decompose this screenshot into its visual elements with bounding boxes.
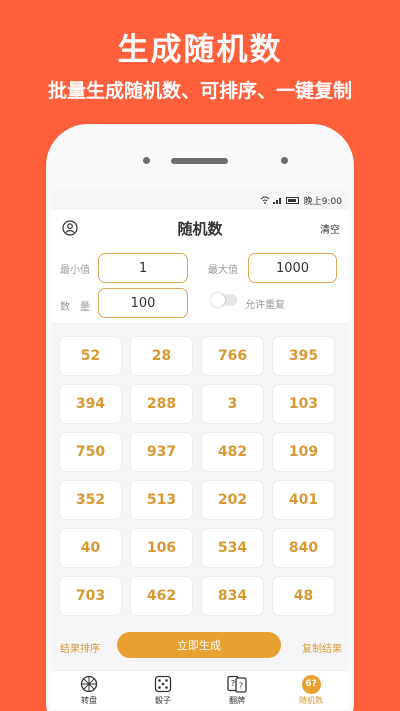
result-cell: 3: [201, 384, 264, 424]
tab-label: 骰子: [155, 696, 171, 705]
allow-repeat-label: 允许重复: [245, 300, 285, 311]
result-cell: 834: [201, 576, 264, 616]
status-bar: 晚上9:00: [52, 190, 348, 210]
result-cell: 766: [201, 336, 264, 376]
result-cell: 52: [59, 336, 122, 376]
app-bar: 随机数 清空: [52, 210, 348, 246]
min-value-input[interactable]: 1: [98, 253, 188, 283]
tab-random-number[interactable]: 6? 随机数: [274, 671, 348, 710]
result-cell: 48: [272, 576, 335, 616]
result-cell: 534: [201, 528, 264, 568]
promo-subtitle: 批量生成随机数、可排序、一键复制: [47, 80, 352, 102]
result-cell: 394: [59, 384, 122, 424]
clear-button[interactable]: 清空: [320, 221, 340, 236]
tab-label: 翻牌: [229, 696, 245, 705]
promo-title: 生成随机数: [117, 32, 283, 68]
result-cell: 401: [272, 480, 335, 520]
dice-icon: [153, 674, 173, 694]
app-screen: 晚上9:00 随机数 清空 最小值 1 最大值 1000 数 量 100 允许重…: [52, 190, 348, 711]
result-cell: 395: [272, 336, 335, 376]
result-cell: 352: [59, 480, 122, 520]
tab-label: 随机数: [299, 696, 323, 705]
max-value-input[interactable]: 1000: [248, 253, 337, 283]
page-title: 随机数: [177, 219, 223, 238]
bottom-tab-bar: 转盘 骰子 ?? 翻牌 6? 随机数: [52, 670, 348, 710]
status-icons: [260, 196, 299, 204]
range-controls: 最小值 1 最大值 1000 数 量 100 允许重复: [52, 246, 348, 324]
svg-text:?: ?: [231, 679, 235, 688]
result-cell: 703: [59, 576, 122, 616]
result-cell: 202: [201, 480, 264, 520]
result-cell: 513: [130, 480, 193, 520]
svg-text:?: ?: [239, 682, 243, 691]
camera-dot: [143, 157, 150, 164]
cards-icon: ??: [227, 674, 247, 694]
result-cell: 840: [272, 528, 335, 568]
tab-dice[interactable]: 骰子: [126, 671, 200, 710]
tab-cards[interactable]: ?? 翻牌: [200, 671, 274, 710]
result-cell: 109: [272, 432, 335, 472]
count-label: 数 量: [60, 302, 90, 313]
sort-results-button[interactable]: 结果排序: [60, 640, 100, 655]
allow-repeat-toggle[interactable]: [211, 293, 237, 307]
wheel-icon: [79, 674, 99, 694]
max-label: 最大值: [208, 265, 238, 276]
count-input[interactable]: 100: [98, 288, 188, 318]
result-grid: 52 28 766 395 394 288 3 103 750 937 482 109 352 513 20…: [59, 336, 339, 616]
min-label: 最小值: [60, 265, 90, 276]
wifi-icon: [260, 196, 270, 204]
tab-wheel[interactable]: 转盘: [52, 671, 126, 710]
result-cell: 28: [130, 336, 193, 376]
user-icon[interactable]: [62, 220, 78, 236]
action-bar: 结果排序 立即生成 复制结果: [52, 632, 348, 662]
result-cell: 40: [59, 528, 122, 568]
tab-label: 转盘: [81, 696, 97, 705]
toggle-knob: [211, 293, 225, 307]
result-cell: 482: [201, 432, 264, 472]
result-cell: 103: [272, 384, 335, 424]
sensor-dot: [281, 157, 288, 164]
result-cell: 750: [59, 432, 122, 472]
signal-icon: [272, 198, 281, 204]
result-cell: 937: [130, 432, 193, 472]
phone-frame: 晚上9:00 随机数 清空 最小值 1 最大值 1000 数 量 100 允许重…: [46, 124, 354, 711]
battery-icon: [285, 196, 299, 204]
copy-results-button[interactable]: 复制结果: [302, 640, 342, 655]
speaker-grille: [171, 158, 228, 164]
result-cell: 288: [130, 384, 193, 424]
random-badge: 6?: [301, 674, 321, 694]
generate-button[interactable]: 立即生成: [117, 632, 281, 658]
random-number-icon: 6?: [301, 674, 321, 694]
result-cell: 462: [130, 576, 193, 616]
status-time: 晚上9:00: [303, 196, 342, 207]
result-cell: 106: [130, 528, 193, 568]
